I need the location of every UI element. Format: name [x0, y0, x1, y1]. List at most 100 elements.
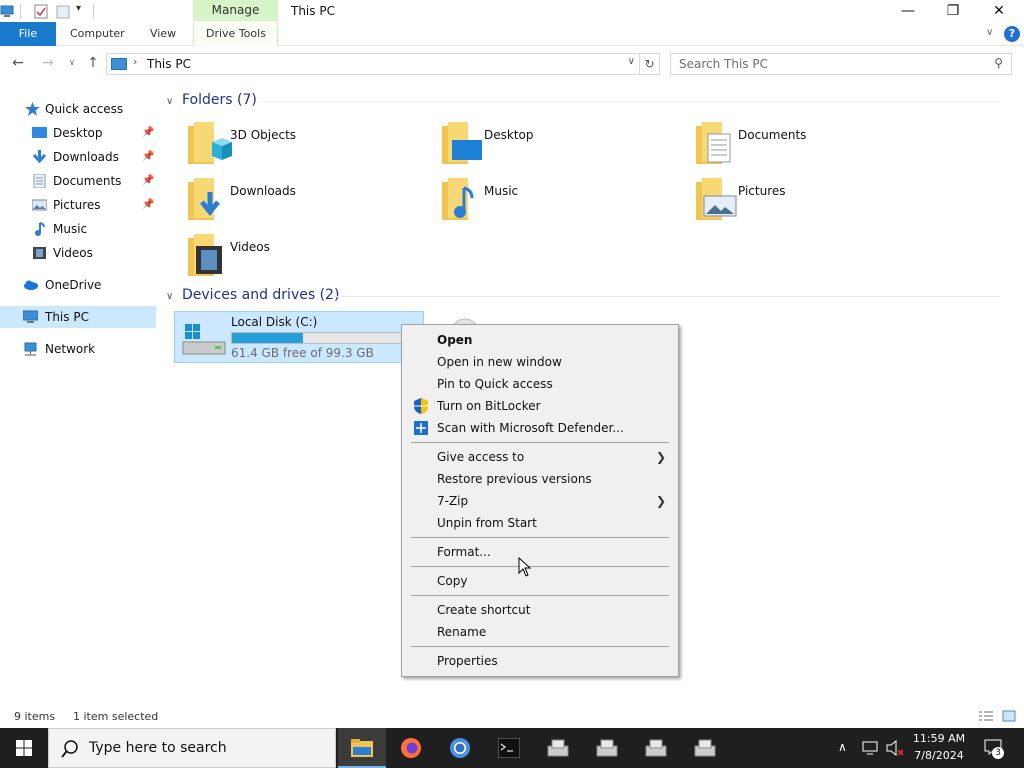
menu-item-format[interactable]: Format...	[404, 541, 676, 563]
menu-separator	[411, 566, 669, 567]
menu-item-scan-defender[interactable]: Scan with Microsoft Defender...	[404, 417, 676, 439]
chevron-down-icon[interactable]: ∨	[628, 56, 635, 67]
up-icon[interactable]: ↑	[84, 54, 102, 72]
pin-icon[interactable]: 📌	[142, 170, 154, 192]
submenu-arrow-icon: ❯	[655, 450, 666, 464]
menu-item-create-shortcut[interactable]: Create shortcut	[404, 599, 676, 621]
notification-center-icon[interactable]: 3	[984, 739, 1004, 759]
tab-file[interactable]: File	[0, 22, 56, 46]
show-hidden-icons-icon[interactable]: ∧	[838, 740, 847, 754]
details-view-icon[interactable]	[978, 710, 994, 722]
back-icon[interactable]: ←	[9, 54, 27, 72]
sidebar-item-onedrive[interactable]: OneDrive	[0, 274, 156, 296]
refresh-icon[interactable]: ↻	[640, 53, 660, 75]
submenu-arrow-icon: ❯	[655, 494, 666, 508]
address-bar[interactable]: › This PC ∨	[106, 53, 640, 75]
folder-desktop[interactable]: Desktop	[438, 120, 688, 172]
pictures-folder-icon	[696, 178, 737, 220]
manage-context-tab[interactable]: Manage	[193, 0, 278, 21]
sidebar-item-videos[interactable]: Videos	[0, 242, 156, 264]
installer-taskbar-button[interactable]	[632, 728, 680, 768]
folder-pictures[interactable]: Pictures	[692, 176, 942, 228]
sidebar-item-quick-access[interactable]: Quick access	[0, 98, 156, 120]
folder-documents[interactable]: Documents	[692, 120, 942, 172]
installer-taskbar-button[interactable]	[583, 728, 631, 768]
drive-local-disk-c[interactable]: Local Disk (C:) 61.4 GB free of 99.3 GB	[174, 311, 424, 363]
network-icon	[24, 342, 37, 356]
drive-usage-fill	[232, 333, 303, 343]
menu-item-open[interactable]: Open	[404, 329, 676, 351]
item-count: 9 items	[14, 710, 56, 723]
folder-music[interactable]: Music	[438, 176, 688, 228]
menu-item-copy[interactable]: Copy	[404, 570, 676, 592]
minimize-button[interactable]: —	[885, 0, 931, 22]
forward-icon[interactable]: →	[39, 54, 57, 72]
star-icon	[25, 102, 40, 116]
search-input[interactable]: Search This PC ⚲	[670, 53, 1012, 75]
sidebar-item-desktop[interactable]: Desktop 📌	[0, 122, 156, 144]
sidebar-item-downloads[interactable]: Downloads 📌	[0, 146, 156, 168]
search-icon	[61, 740, 78, 758]
menu-item-pin-quick-access[interactable]: Pin to Quick access	[404, 373, 676, 395]
firefox-taskbar-button[interactable]	[387, 728, 435, 768]
new-folder-icon[interactable]	[56, 4, 70, 19]
folder-downloads[interactable]: Downloads	[184, 176, 434, 228]
menu-item-bitlocker[interactable]: Turn on BitLocker	[404, 395, 676, 417]
installer-taskbar-button[interactable]	[534, 728, 582, 768]
clock-date[interactable]: 7/8/2024	[904, 749, 974, 762]
file-explorer-taskbar-button[interactable]	[338, 728, 386, 768]
breadcrumb-chevron-icon[interactable]: ›	[133, 55, 137, 68]
tab-view[interactable]: View	[150, 22, 176, 46]
qat-dropdown-icon[interactable]: ▾	[76, 3, 81, 14]
devices-group-header[interactable]: ∨ Devices and drives (2)	[166, 287, 339, 303]
computer-icon[interactable]	[0, 4, 14, 19]
menu-item-open-new-window[interactable]: Open in new window	[404, 351, 676, 373]
menu-item-7zip[interactable]: 7-Zip ❯	[404, 490, 676, 512]
recent-locations-icon[interactable]: ∨	[63, 54, 81, 72]
chevron-down-icon[interactable]: ∨	[166, 96, 178, 107]
menu-separator	[411, 537, 669, 538]
folders-group-header[interactable]: ∨ Folders (7)	[166, 92, 257, 108]
maximize-button[interactable]: ❐	[930, 0, 976, 22]
menu-item-rename[interactable]: Rename	[404, 621, 676, 643]
sidebar-item-music[interactable]: Music	[0, 218, 156, 240]
clock-time[interactable]: 11:59 AM	[904, 732, 974, 745]
folder-3d-objects[interactable]: 3D Objects	[184, 120, 434, 172]
terminal-taskbar-button[interactable]	[485, 728, 533, 768]
search-icon[interactable]: ⚲	[994, 56, 1003, 70]
volume-muted-icon[interactable]	[886, 740, 904, 756]
breadcrumb[interactable]: This PC	[147, 57, 191, 71]
menu-separator	[411, 646, 669, 647]
pin-icon[interactable]: 📌	[142, 122, 154, 144]
chevron-down-icon[interactable]: ∨	[166, 291, 178, 302]
menu-item-unpin-start[interactable]: Unpin from Start	[404, 512, 676, 534]
start-button[interactable]	[0, 728, 48, 768]
menu-item-properties[interactable]: Properties	[404, 650, 676, 672]
ribbon-tabs: File Computer View Drive Tools ∨ ?	[0, 22, 1024, 46]
menu-item-give-access[interactable]: Give access to ❯	[404, 446, 676, 468]
installer-icon	[596, 739, 618, 757]
tab-drive-tools[interactable]: Drive Tools	[206, 22, 266, 46]
sidebar-item-pictures[interactable]: Pictures 📌	[0, 194, 156, 216]
help-icon[interactable]: ?	[1004, 26, 1020, 42]
sidebar-item-this-pc[interactable]: This PC	[0, 306, 156, 328]
installer-taskbar-button[interactable]	[681, 728, 729, 768]
pin-icon[interactable]: 📌	[142, 194, 154, 216]
tab-computer[interactable]: Computer	[70, 22, 125, 46]
sidebar-item-network[interactable]: Network	[0, 338, 156, 360]
menu-item-restore-versions[interactable]: Restore previous versions	[404, 468, 676, 490]
taskbar-search-box[interactable]: Type here to search	[48, 728, 336, 768]
close-button[interactable]: ✕	[976, 0, 1022, 22]
properties-icon[interactable]	[34, 4, 48, 19]
chromium-icon	[450, 738, 470, 758]
document-icon	[33, 174, 46, 188]
folder-videos[interactable]: Videos	[184, 232, 434, 284]
expand-ribbon-icon[interactable]: ∨	[986, 27, 993, 38]
network-status-icon[interactable]	[862, 741, 878, 755]
mouse-cursor-icon	[518, 557, 532, 577]
computer-icon	[23, 310, 38, 323]
chrome-taskbar-button[interactable]	[436, 728, 484, 768]
pin-icon[interactable]: 📌	[142, 146, 154, 168]
sidebar-item-documents[interactable]: Documents 📌	[0, 170, 156, 192]
large-icons-view-icon[interactable]	[1002, 710, 1016, 722]
